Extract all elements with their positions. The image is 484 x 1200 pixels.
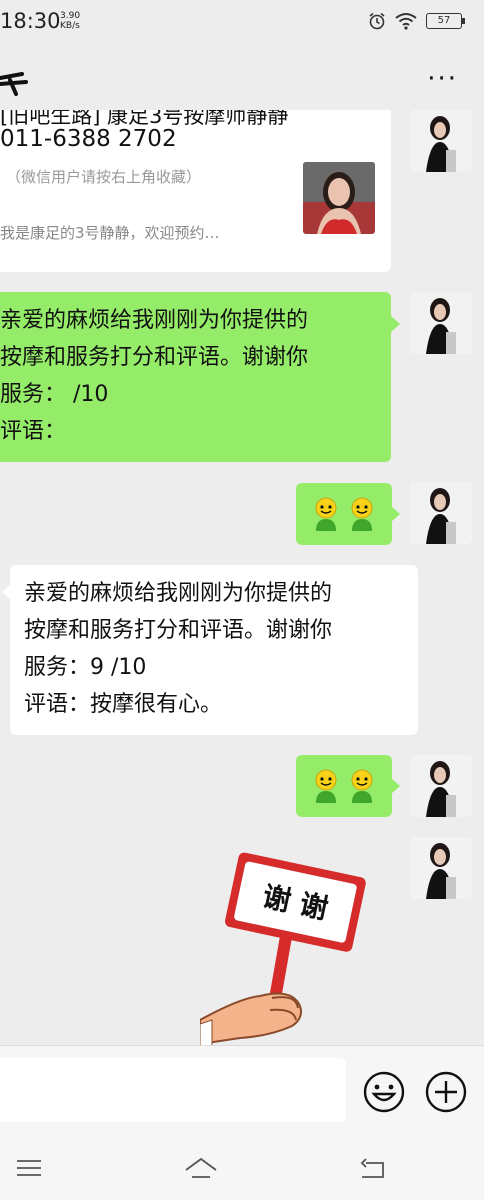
message-line: 按摩和服务打分和评语。谢谢你 — [24, 618, 333, 643]
speed-unit: KB/s — [60, 21, 80, 31]
bubble-tail — [391, 506, 400, 522]
message-line: 评语： — [0, 419, 67, 444]
redacted-title-mark — [0, 72, 28, 96]
message-line: 评语：按摩很有心。 — [24, 692, 223, 717]
more-options-button[interactable]: ··· — [427, 64, 458, 94]
received-rating-message[interactable]: 亲爱的麻烦给我刚刚为你提供的 按摩和服务打分和评语。谢谢你 服务：9 /10 评… — [10, 565, 418, 735]
status-time: 18:30 — [0, 9, 61, 33]
user-avatar[interactable] — [410, 755, 472, 817]
message-line: 按摩和服务打分和评语。谢谢你 — [0, 345, 309, 370]
smiley-emoji-icon — [315, 769, 337, 803]
system-nav-bar — [0, 1137, 484, 1200]
smiley-face-icon[interactable] — [362, 1070, 406, 1114]
status-bar: 18:30 3.90 KB/s 57 — [0, 0, 484, 44]
alarm-icon — [369, 12, 385, 30]
user-avatar[interactable] — [410, 837, 472, 899]
user-avatar[interactable] — [410, 482, 472, 544]
shared-link-card[interactable]: [旧吧生路] 康足3号按摩师静静 011-6388 2702 （微信用户请按右上… — [0, 110, 391, 272]
network-speed: 3.90 KB/s — [60, 11, 80, 31]
sent-emoji-message[interactable] — [296, 483, 392, 545]
sent-rating-message[interactable]: 亲爱的麻烦给我刚刚为你提供的 按摩和服务打分和评语。谢谢你 服务： /10 评语… — [0, 292, 391, 462]
message-input[interactable] — [0, 1058, 346, 1122]
user-avatar[interactable] — [410, 292, 472, 354]
card-phone: 011-6388 2702 — [0, 126, 177, 152]
message-line: 亲爱的麻烦给我刚刚为你提供的 — [24, 581, 333, 606]
user-avatar[interactable] — [410, 110, 472, 172]
speed-value: 3.90 — [60, 11, 81, 21]
card-description: 我是康足的3号静静，欢迎预约… — [0, 224, 220, 242]
menu-icon[interactable] — [14, 1153, 44, 1183]
status-icons: 57 — [368, 10, 465, 32]
smiley-emoji-icon — [351, 497, 373, 531]
home-icon[interactable] — [183, 1153, 219, 1183]
bubble-tail — [391, 316, 400, 332]
smiley-emoji-icon — [315, 497, 337, 531]
card-hint: （微信用户请按右上角收藏） — [6, 168, 202, 186]
battery-indicator: 57 — [426, 13, 465, 29]
thanks-sign-sticker[interactable]: 谢 谢 — [200, 848, 370, 1045]
message-line: 服务： /10 — [0, 382, 109, 407]
sent-emoji-message[interactable] — [296, 755, 392, 817]
chat-messages[interactable]: [旧吧生路] 康足3号按摩师静静 011-6388 2702 （微信用户请按右上… — [0, 110, 484, 1045]
wifi-icon — [395, 13, 417, 30]
message-line: 亲爱的麻烦给我刚刚为你提供的 — [0, 308, 309, 333]
message-line: 服务：9 /10 — [24, 655, 147, 680]
plus-circle-icon[interactable] — [424, 1070, 468, 1114]
bubble-tail — [391, 778, 400, 794]
back-icon[interactable] — [358, 1153, 388, 1183]
smiley-emoji-icon — [351, 769, 373, 803]
card-thumbnail — [303, 162, 375, 234]
message-input-bar — [0, 1045, 484, 1137]
